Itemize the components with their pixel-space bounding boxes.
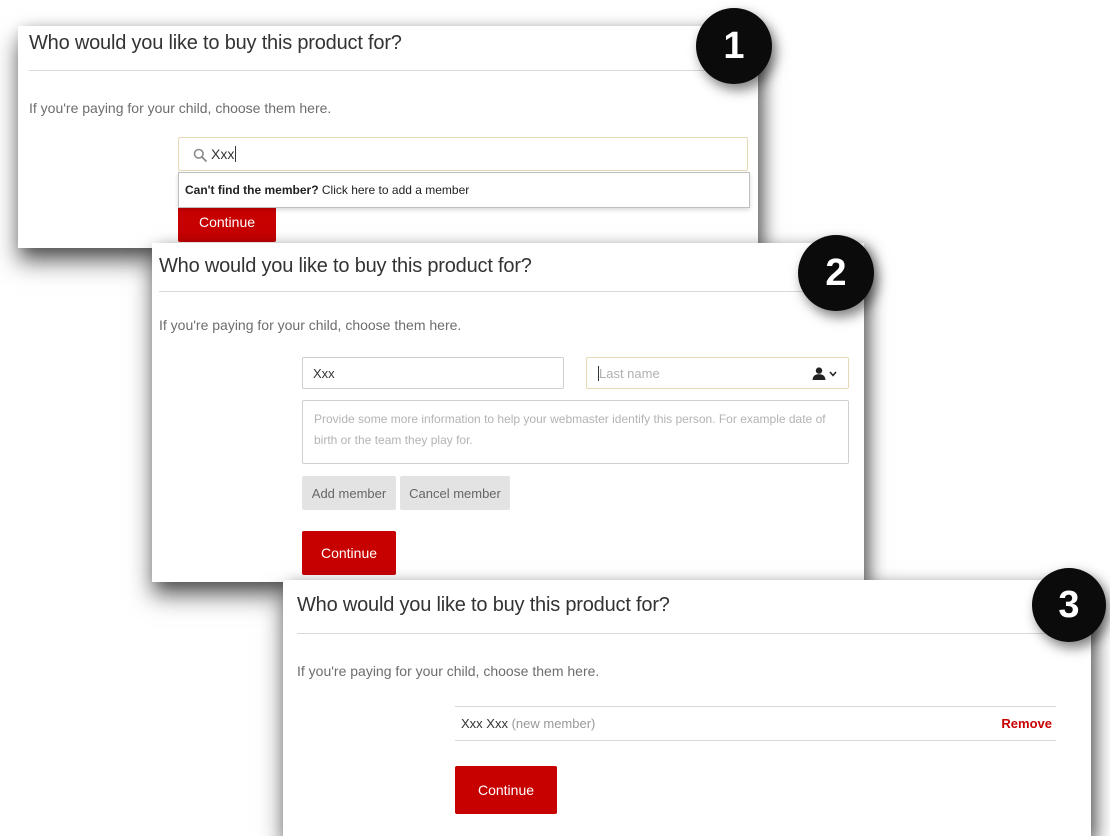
step1-subtitle: If you're paying for your child, choose … [29,100,332,116]
step3-subtitle: If you're paying for your child, choose … [297,663,600,679]
cant-find-text: Can't find the member? [185,183,319,197]
text-caret [235,146,237,162]
step1-title: Who would you like to buy this product f… [29,32,402,54]
step1-panel: Who would you like to buy this product f… [18,26,758,248]
step3-title: Who would you like to buy this product f… [297,594,670,616]
step3-divider [297,633,1091,634]
step2-divider [159,291,864,292]
first-name-input[interactable]: Xxx [302,357,564,389]
member-search-input[interactable]: Xxx [178,137,748,171]
search-input-value: Xxx [211,146,237,162]
selected-member-row: Xxx Xxx (new member) Remove [455,706,1056,741]
step1-divider [29,70,758,71]
step1-badge: 1 [696,8,772,84]
add-member-suggestion[interactable]: Can't find the member? Click here to add… [178,172,750,208]
remove-member-link[interactable]: Remove [1001,716,1052,731]
cancel-member-button[interactable]: Cancel member [400,476,510,510]
chevron-down-icon[interactable] [829,371,837,377]
step2-badge: 2 [798,235,874,311]
last-name-placeholder: Last name [599,366,660,381]
step2-title: Who would you like to buy this product f… [159,255,532,277]
step2-continue-button[interactable]: Continue [302,531,396,575]
step3-continue-button[interactable]: Continue [455,766,557,814]
step3-panel: Who would you like to buy this product f… [283,580,1091,836]
search-icon [193,148,207,162]
new-member-note: (new member) [507,716,596,731]
add-member-link-text: Click here to add a member [318,183,470,197]
add-member-button[interactable]: Add member [302,476,396,510]
step2-panel: Who would you like to buy this product f… [152,243,864,582]
step2-subtitle: If you're paying for your child, choose … [159,317,462,333]
step3-badge: 3 [1032,568,1106,642]
step1-continue-button[interactable]: Continue [178,204,276,242]
person-icon [812,367,826,380]
member-info-textarea[interactable]: Provide some more information to help yo… [302,400,849,464]
last-name-input[interactable]: Last name [586,357,849,389]
selected-member-name: Xxx Xxx (new member) [461,716,596,731]
